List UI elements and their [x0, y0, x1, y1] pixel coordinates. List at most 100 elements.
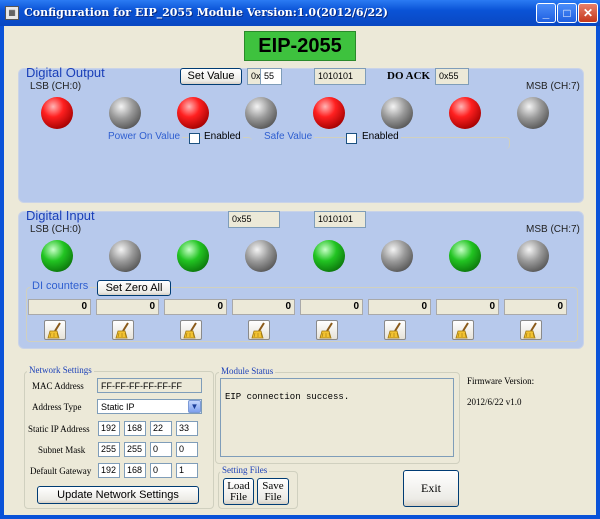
- broom-icon: [115, 322, 129, 339]
- do-msb-label: MSB (CH:7): [526, 81, 580, 92]
- safe-value-enabled-label: Enabled: [360, 131, 401, 142]
- module-status-title: Module Status: [219, 366, 276, 376]
- static-ip-octet-4[interactable]: 33: [176, 421, 198, 436]
- close-button[interactable]: ✕: [578, 3, 598, 23]
- broom-icon: [387, 322, 401, 339]
- power-on-title: Power On Value: [106, 131, 183, 142]
- clear-counter-ch2-button[interactable]: [180, 320, 202, 340]
- broom-icon: [455, 322, 469, 339]
- broom-icon: [523, 322, 537, 339]
- load-file-button[interactable]: Load File: [223, 478, 254, 505]
- do-binary-value: 1010101: [314, 68, 366, 85]
- do-led-ch1[interactable]: [109, 97, 141, 129]
- app-icon: ▦: [5, 6, 19, 20]
- clear-counter-ch1-button[interactable]: [112, 320, 134, 340]
- gateway-octet-3[interactable]: 0: [150, 463, 172, 478]
- di-counter-ch4: 0: [300, 299, 363, 315]
- static-ip-octet-1[interactable]: 192: [98, 421, 120, 436]
- do-led-ch0[interactable]: [41, 97, 73, 129]
- main-client-area: EIP-2055 Digital Output LSB (CH:0) MSB (…: [4, 26, 596, 515]
- do-led-ch7[interactable]: [517, 97, 549, 129]
- do-led-ch3[interactable]: [245, 97, 277, 129]
- clear-counter-ch3-button[interactable]: [248, 320, 270, 340]
- maximize-button[interactable]: □: [557, 3, 577, 23]
- di-counters-title: DI counters: [30, 280, 91, 292]
- chevron-down-icon[interactable]: ▼: [188, 400, 201, 413]
- module-name-banner: EIP-2055: [244, 31, 356, 61]
- static-ip-octet-2[interactable]: 168: [124, 421, 146, 436]
- load-file-label-line2: File: [229, 491, 248, 503]
- power-on-enabled-label: Enabled: [202, 131, 243, 142]
- di-counter-ch6: 0: [436, 299, 499, 315]
- hex-prefix-label: 0x: [247, 68, 261, 85]
- di-led-ch7: [517, 240, 549, 272]
- save-file-button[interactable]: Save File: [257, 478, 289, 505]
- subnet-mask-label: Subnet Mask: [38, 445, 86, 455]
- di-counter-ch0: 0: [28, 299, 91, 315]
- digital-input-title: Digital Input: [26, 208, 95, 223]
- module-status-message: EIP connection success.: [220, 378, 454, 457]
- di-led-ch6: [449, 240, 481, 272]
- do-led-ch6[interactable]: [449, 97, 481, 129]
- window-title: Configuration for EIP_2055 Module Versio…: [24, 6, 389, 19]
- di-led-ch2: [177, 240, 209, 272]
- power-on-enabled-checkbox[interactable]: [189, 133, 200, 144]
- do-led-ch2[interactable]: [177, 97, 209, 129]
- exit-button[interactable]: Exit: [403, 470, 459, 507]
- di-counter-ch3: 0: [232, 299, 295, 315]
- save-file-label-line2: File: [264, 491, 282, 503]
- firmware-version-label: Firmware Version:: [467, 376, 535, 386]
- safe-value-enabled-checkbox[interactable]: [346, 133, 357, 144]
- firmware-version-value: 2012/6/22 v1.0: [467, 397, 522, 407]
- di-counter-ch7: 0: [504, 299, 567, 315]
- address-type-value: Static IP: [101, 402, 135, 412]
- clear-counter-ch5-button[interactable]: [384, 320, 406, 340]
- static-ip-octet-3[interactable]: 22: [150, 421, 172, 436]
- di-lsb-label: LSB (CH:0): [30, 224, 82, 235]
- di-hex-value: 0x55: [228, 211, 280, 228]
- static-ip-label: Static IP Address: [28, 424, 90, 434]
- di-counter-ch2: 0: [164, 299, 227, 315]
- do-lsb-label: LSB (CH:0): [30, 81, 82, 92]
- do-ack-value: 0x55: [435, 68, 469, 85]
- safe-value-title: Safe Value: [262, 131, 315, 142]
- di-led-ch1: [109, 240, 141, 272]
- do-ack-label: DO ACK: [387, 70, 431, 82]
- minimize-button[interactable]: _: [536, 3, 556, 23]
- subnet-octet-2[interactable]: 255: [124, 442, 146, 457]
- set-value-button[interactable]: Set Value: [180, 68, 242, 85]
- broom-icon: [183, 322, 197, 339]
- di-led-ch0: [41, 240, 73, 272]
- address-type-select[interactable]: Static IP: [97, 399, 202, 414]
- update-network-settings-button[interactable]: Update Network Settings: [37, 486, 199, 504]
- di-led-ch5: [381, 240, 413, 272]
- application-window: ▦ Configuration for EIP_2055 Module Vers…: [0, 0, 600, 519]
- subnet-octet-4[interactable]: 0: [176, 442, 198, 457]
- setting-files-title: Setting Files: [220, 465, 270, 475]
- clear-counter-ch7-button[interactable]: [520, 320, 542, 340]
- clear-counter-ch6-button[interactable]: [452, 320, 474, 340]
- address-type-label: Address Type: [32, 402, 82, 412]
- di-msb-label: MSB (CH:7): [526, 224, 580, 235]
- subnet-octet-3[interactable]: 0: [150, 442, 172, 457]
- digital-output-title: Digital Output: [26, 65, 105, 80]
- clear-counter-ch0-button[interactable]: [44, 320, 66, 340]
- network-settings-title: Network Settings: [27, 365, 94, 375]
- do-led-ch5[interactable]: [381, 97, 413, 129]
- di-counter-ch1: 0: [96, 299, 159, 315]
- broom-icon: [319, 322, 333, 339]
- set-zero-all-button[interactable]: Set Zero All: [97, 280, 171, 296]
- di-binary-value: 1010101: [314, 211, 366, 228]
- default-gateway-label: Default Gateway: [30, 466, 92, 476]
- gateway-octet-2[interactable]: 168: [124, 463, 146, 478]
- di-counter-ch5: 0: [368, 299, 431, 315]
- broom-icon: [251, 322, 265, 339]
- di-led-ch4: [313, 240, 345, 272]
- subnet-octet-1[interactable]: 255: [98, 442, 120, 457]
- gateway-octet-4[interactable]: 1: [176, 463, 198, 478]
- clear-counter-ch4-button[interactable]: [316, 320, 338, 340]
- do-led-ch4[interactable]: [313, 97, 345, 129]
- gateway-octet-1[interactable]: 192: [98, 463, 120, 478]
- title-bar[interactable]: ▦ Configuration for EIP_2055 Module Vers…: [0, 0, 600, 26]
- do-hex-input[interactable]: 55: [260, 68, 282, 85]
